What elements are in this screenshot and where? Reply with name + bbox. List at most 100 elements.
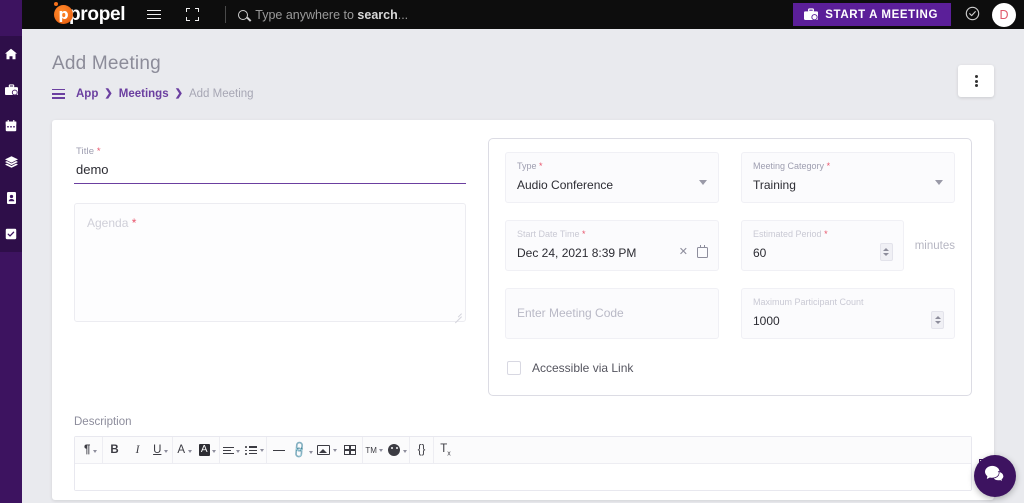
breadcrumb-separator: ❯ — [174, 88, 183, 100]
trademark-icon: TM — [365, 445, 377, 455]
estimated-period-stepper[interactable] — [879, 243, 893, 262]
emoticons-button[interactable] — [386, 437, 409, 464]
clear-format-icon: Tx — [440, 443, 451, 458]
max-participants-cell: Maximum Participant Count 1000 — [741, 288, 955, 340]
layers-icon — [4, 156, 18, 168]
meeting-category-select[interactable]: Meeting Category * Training — [741, 152, 955, 204]
breadcrumb-item-app[interactable]: App — [76, 88, 98, 100]
breadcrumb-menu-icon[interactable] — [52, 86, 65, 101]
hamburger-icon[interactable] — [145, 6, 163, 24]
paragraph-format-button[interactable]: ¶ — [79, 437, 102, 464]
link-icon: 🔗 — [289, 440, 310, 461]
accessible-via-link-checkbox[interactable] — [507, 361, 521, 376]
meeting-code-placeholder: Enter Meeting Code — [517, 306, 624, 321]
estimated-period-cell: Estimated Period * 60 minutes — [741, 220, 955, 272]
text-color-icon: A — [177, 444, 186, 457]
text-color-button[interactable]: A — [173, 437, 196, 464]
page-content: Add Meeting App ❯ Meetings ❯ Add Meeting… — [22, 29, 1024, 503]
start-date-time-field[interactable]: Start Date Time * Dec 24, 2021 8:39 PM ✕ — [505, 220, 719, 272]
add-meeting-form-card: Title * demo Agenda * Type * Audio Confe… — [52, 120, 994, 501]
editor-content-area[interactable] — [75, 464, 971, 491]
search-placeholder-suffix: ... — [397, 7, 409, 22]
meeting-details-fieldset: Type * Audio Conference Meeting Category… — [488, 138, 972, 397]
type-select[interactable]: Type * Audio Conference — [505, 152, 719, 204]
max-participants-field[interactable]: Maximum Participant Count 1000 — [741, 288, 955, 340]
accessible-via-link-row[interactable]: Accessible via Link — [505, 361, 955, 376]
meeting-briefcase-icon — [804, 8, 819, 21]
special-character-button[interactable]: TM — [363, 437, 386, 464]
clear-formatting-button[interactable]: Tx — [434, 437, 457, 464]
estimated-period-suffix: minutes — [914, 239, 955, 252]
estimated-period-required-marker: * — [824, 229, 828, 240]
title-label-text: Title — [76, 146, 95, 158]
emoji-icon — [388, 444, 401, 457]
global-search[interactable]: Type anywhere to search... — [238, 8, 793, 22]
insert-table-button[interactable] — [339, 437, 362, 464]
agenda-required-marker: * — [131, 216, 137, 231]
title-field[interactable]: Title * demo — [74, 144, 466, 185]
list-icon — [245, 446, 258, 455]
table-icon — [344, 445, 357, 456]
resize-handle[interactable] — [453, 309, 462, 324]
editor-toolbar: ¶ B I U A A 🔗 TM {} Tx — [75, 436, 971, 465]
clear-date-icon[interactable]: ✕ — [679, 247, 688, 258]
rich-text-editor[interactable]: ¶ B I U A A 🔗 TM {} Tx — [74, 436, 972, 492]
breadcrumb-item-meetings[interactable]: Meetings — [119, 88, 169, 100]
breadcrumb-item-current: Add Meeting — [188, 87, 254, 100]
sidebar-item-layers[interactable] — [0, 144, 22, 180]
agenda-field[interactable]: Agenda * — [74, 203, 466, 324]
background-color-button[interactable]: A — [196, 437, 219, 464]
italic-icon: I — [135, 444, 140, 457]
meeting-code-field[interactable]: Enter Meeting Code — [505, 288, 719, 340]
align-button[interactable] — [220, 437, 243, 464]
fullscreen-icon[interactable] — [183, 6, 201, 24]
bullet-list-button[interactable] — [243, 437, 266, 464]
meeting-category-cell: Meeting Category * Training — [741, 152, 955, 204]
check-circle-icon[interactable] — [965, 6, 980, 24]
image-icon — [317, 445, 331, 456]
max-participants-stepper[interactable] — [931, 311, 944, 330]
sidebar-item-home[interactable] — [0, 36, 22, 72]
type-value: Audio Conference — [517, 178, 614, 193]
horizontal-rule-button[interactable] — [267, 437, 290, 464]
description-label: Description — [74, 416, 132, 429]
more-options-button[interactable] — [958, 65, 994, 97]
start-date-time-required-marker: * — [582, 229, 586, 240]
insert-image-button[interactable] — [315, 437, 339, 464]
insert-link-button[interactable]: 🔗 — [289, 437, 315, 464]
calendar-icon[interactable] — [697, 245, 708, 259]
type-label: Type * — [517, 161, 707, 171]
type-cell: Type * Audio Conference — [505, 152, 719, 204]
propel-logo-icon: p — [54, 2, 73, 24]
chat-support-button[interactable] — [974, 455, 1016, 497]
underline-icon: U — [153, 444, 162, 457]
search-placeholder-prefix: Type anywhere to — [255, 7, 358, 22]
start-a-meeting-label: START A MEETING — [825, 8, 938, 21]
sidebar-item-meetings[interactable] — [0, 72, 22, 108]
max-participants-value: 1000 — [753, 314, 780, 329]
title-input-value: demo — [76, 162, 109, 178]
topbar-divider — [225, 6, 227, 23]
avatar[interactable]: D — [992, 2, 1016, 27]
start-a-meeting-button[interactable]: START A MEETING — [793, 3, 951, 26]
sidebar-item-tasks[interactable] — [0, 216, 22, 252]
search-icon — [238, 9, 249, 20]
estimated-period-field[interactable]: Estimated Period * 60 — [741, 220, 904, 272]
bold-button[interactable]: B — [103, 437, 126, 464]
sidebar-item-calendar[interactable] — [0, 108, 22, 144]
breadcrumb-separator: ❯ — [104, 88, 113, 100]
code-view-button[interactable]: {} — [410, 437, 433, 464]
paragraph-icon: ¶ — [84, 444, 91, 457]
breadcrumb: App ❯ Meetings ❯ Add Meeting — [52, 86, 994, 101]
meeting-code-cell: Enter Meeting Code — [505, 288, 719, 340]
underline-button[interactable]: U — [149, 437, 172, 464]
app-logo[interactable]: p propel — [54, 2, 126, 26]
home-icon — [5, 48, 17, 60]
estimated-period-value: 60 — [753, 246, 767, 261]
accessible-via-link-label: Accessible via Link — [532, 361, 634, 376]
code-braces-icon: {} — [417, 444, 426, 457]
italic-button[interactable]: I — [126, 437, 149, 464]
start-date-time-label: Start Date Time * — [517, 229, 707, 239]
sidebar-item-contacts[interactable] — [0, 180, 22, 216]
align-icon — [222, 445, 234, 455]
